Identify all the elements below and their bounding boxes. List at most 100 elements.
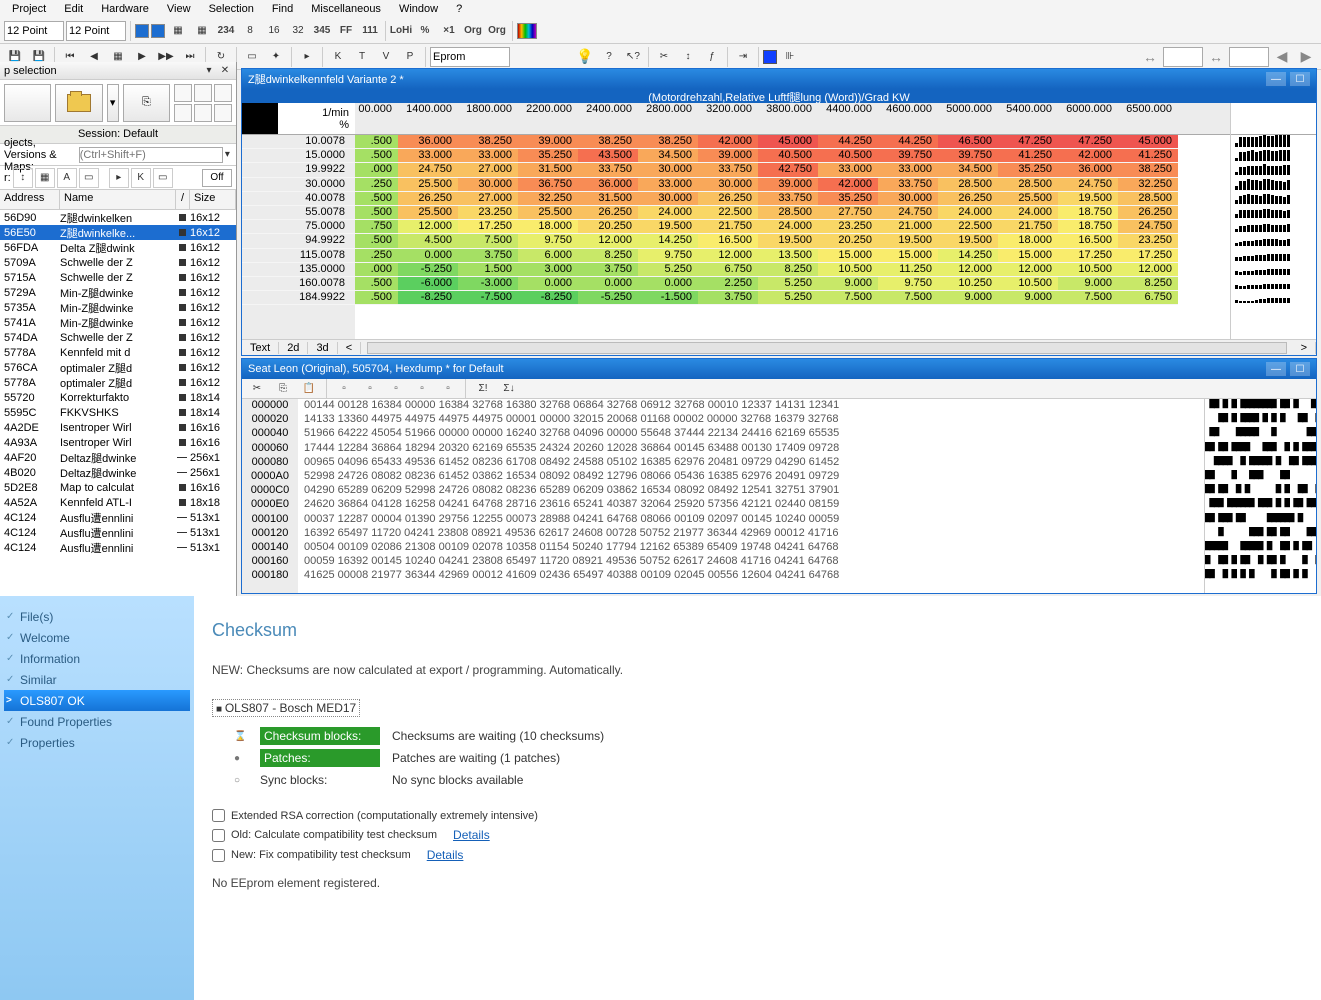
- list-item[interactable]: 4A2DEIsentroper Wirl16x16: [0, 420, 236, 435]
- map-cell[interactable]: 18.000: [518, 220, 578, 234]
- map-cell[interactable]: 12.000: [1118, 263, 1178, 277]
- map-cell[interactable]: 3.750: [578, 263, 638, 277]
- map-cell[interactable]: 0.000: [578, 277, 638, 291]
- map-cell[interactable]: 25.500: [398, 206, 458, 220]
- map-cell[interactable]: 14.250: [638, 234, 698, 248]
- map-cell[interactable]: 22.500: [698, 206, 758, 220]
- map-cell[interactable]: 30.000: [458, 178, 518, 192]
- map-cell[interactable]: 39.000: [518, 135, 578, 149]
- map-cell[interactable]: 10.250: [938, 277, 998, 291]
- map-cell[interactable]: 33.000: [398, 149, 458, 163]
- map-cell[interactable]: .500: [355, 135, 398, 149]
- map-cell[interactable]: 33.000: [878, 163, 938, 177]
- label-org[interactable]: Org: [462, 20, 484, 42]
- tab-3d[interactable]: 3d: [308, 342, 337, 354]
- map-cell[interactable]: .000: [355, 263, 398, 277]
- hdr-slash[interactable]: /: [176, 190, 190, 209]
- map-cell[interactable]: 26.250: [698, 192, 758, 206]
- map-cell[interactable]: 39.750: [938, 149, 998, 163]
- map-cell[interactable]: 40.500: [818, 149, 878, 163]
- mini-2[interactable]: [194, 84, 212, 102]
- map-cell[interactable]: 25.500: [398, 178, 458, 192]
- mark-c[interactable]: ▫: [385, 378, 407, 400]
- map-cell[interactable]: 5.250: [758, 277, 818, 291]
- mini-1[interactable]: [174, 84, 192, 102]
- map-cell[interactable]: 21.000: [878, 220, 938, 234]
- map-cell[interactable]: 24.750: [878, 206, 938, 220]
- map-cell[interactable]: -5.250: [578, 291, 638, 305]
- map-cell[interactable]: 35.250: [818, 192, 878, 206]
- tab-text[interactable]: Text: [242, 342, 279, 354]
- map-cell[interactable]: 33.750: [698, 163, 758, 177]
- map-cell[interactable]: 15.000: [878, 249, 938, 263]
- map-cell[interactable]: .500: [355, 291, 398, 305]
- map-cell[interactable]: 16.500: [698, 234, 758, 248]
- list-item[interactable]: 5735AMin-Z腿dwinke16x12: [0, 300, 236, 315]
- map-cell[interactable]: 27.000: [458, 192, 518, 206]
- list-item[interactable]: 5778Aoptimaler Z腿d16x12: [0, 375, 236, 390]
- map-cell[interactable]: 4.500: [398, 234, 458, 248]
- map-cell[interactable]: 3.750: [458, 249, 518, 263]
- flt-6[interactable]: K: [131, 168, 151, 188]
- map-cell[interactable]: 9.000: [1058, 277, 1118, 291]
- map-cell[interactable]: 41.250: [1118, 149, 1178, 163]
- map-cell[interactable]: -8.250: [398, 291, 458, 305]
- cb-old[interactable]: Old: Calculate compatibility test checks…: [212, 828, 1303, 842]
- map-cell[interactable]: 44.250: [878, 135, 938, 149]
- map-cell[interactable]: 15.000: [998, 249, 1058, 263]
- map-cell[interactable]: 9.000: [938, 291, 998, 305]
- cb-old-box[interactable]: [212, 829, 225, 842]
- menu-project[interactable]: Project: [4, 1, 54, 17]
- map-cell[interactable]: 32.250: [1118, 178, 1178, 192]
- map-cell[interactable]: 36.750: [518, 178, 578, 192]
- list-item[interactable]: 5595CFKKVSHKS18x14: [0, 405, 236, 420]
- list-item[interactable]: 4AF20Deltaz腿dwinke256x1: [0, 450, 236, 465]
- map-cell[interactable]: 19.500: [878, 234, 938, 248]
- map-cell[interactable]: 9.750: [638, 249, 698, 263]
- blank-project-button[interactable]: [4, 84, 51, 122]
- close-icon[interactable]: ✕: [218, 64, 232, 78]
- map-cell[interactable]: .750: [355, 220, 398, 234]
- map-cell[interactable]: 33.750: [878, 178, 938, 192]
- list-item[interactable]: 56E50Z腿dwinkelke...16x12: [0, 225, 236, 240]
- map-cell[interactable]: 26.250: [398, 192, 458, 206]
- flt-3[interactable]: A: [57, 168, 77, 188]
- map-cell[interactable]: 19.500: [938, 234, 998, 248]
- points-combo-2[interactable]: 12 Point: [66, 21, 126, 41]
- list-item[interactable]: 56D90Z腿dwinkelken16x12: [0, 210, 236, 225]
- sigma-icon[interactable]: Σ!: [472, 378, 494, 400]
- map-cell[interactable]: -7.500: [458, 291, 518, 305]
- list-item[interactable]: 4C124Ausflu遭ennlini513x1: [0, 540, 236, 555]
- cks-nav-similar[interactable]: Similar: [4, 669, 190, 690]
- list-item[interactable]: 4C124Ausflu遭ennlini513x1: [0, 510, 236, 525]
- map-cell[interactable]: 28.500: [998, 178, 1058, 192]
- open-dropdown[interactable]: ▾: [107, 84, 119, 122]
- cb-rsa[interactable]: Extended RSA correction (computationally…: [212, 809, 1303, 822]
- map-cell[interactable]: 12.000: [938, 263, 998, 277]
- list-item[interactable]: 4A93AIsentroper Wirl16x16: [0, 435, 236, 450]
- menu-find[interactable]: Find: [264, 1, 301, 17]
- tag-8-icon[interactable]: 8: [239, 20, 261, 42]
- tb-btn-b[interactable]: [151, 24, 165, 38]
- mark-b[interactable]: ▫: [359, 378, 381, 400]
- map-cell[interactable]: 43.500: [578, 149, 638, 163]
- label-ff[interactable]: FF: [335, 20, 357, 42]
- menu-edit[interactable]: Edit: [56, 1, 91, 17]
- map-cell[interactable]: 16.500: [1058, 234, 1118, 248]
- map-cell[interactable]: 17.250: [1058, 249, 1118, 263]
- cks-nav-welcome[interactable]: Welcome: [4, 627, 190, 648]
- list-item[interactable]: 5709ASchwelle der Z16x12: [0, 255, 236, 270]
- map-cell[interactable]: 21.750: [998, 220, 1058, 234]
- map-cell[interactable]: 36.000: [578, 178, 638, 192]
- map-cell[interactable]: 1.500: [458, 263, 518, 277]
- map-cell[interactable]: 33.750: [578, 163, 638, 177]
- map-cell[interactable]: 24.000: [938, 206, 998, 220]
- tag-32-icon[interactable]: 32: [287, 20, 309, 42]
- map-cell[interactable]: 34.500: [938, 163, 998, 177]
- map-cell[interactable]: 45.000: [1118, 135, 1178, 149]
- mini-3[interactable]: [214, 84, 232, 102]
- map-cell[interactable]: 18.750: [1058, 206, 1118, 220]
- map-cell[interactable]: 27.750: [818, 206, 878, 220]
- list-item[interactable]: 55720Korrekturfakto18x14: [0, 390, 236, 405]
- map-cell[interactable]: -1.500: [638, 291, 698, 305]
